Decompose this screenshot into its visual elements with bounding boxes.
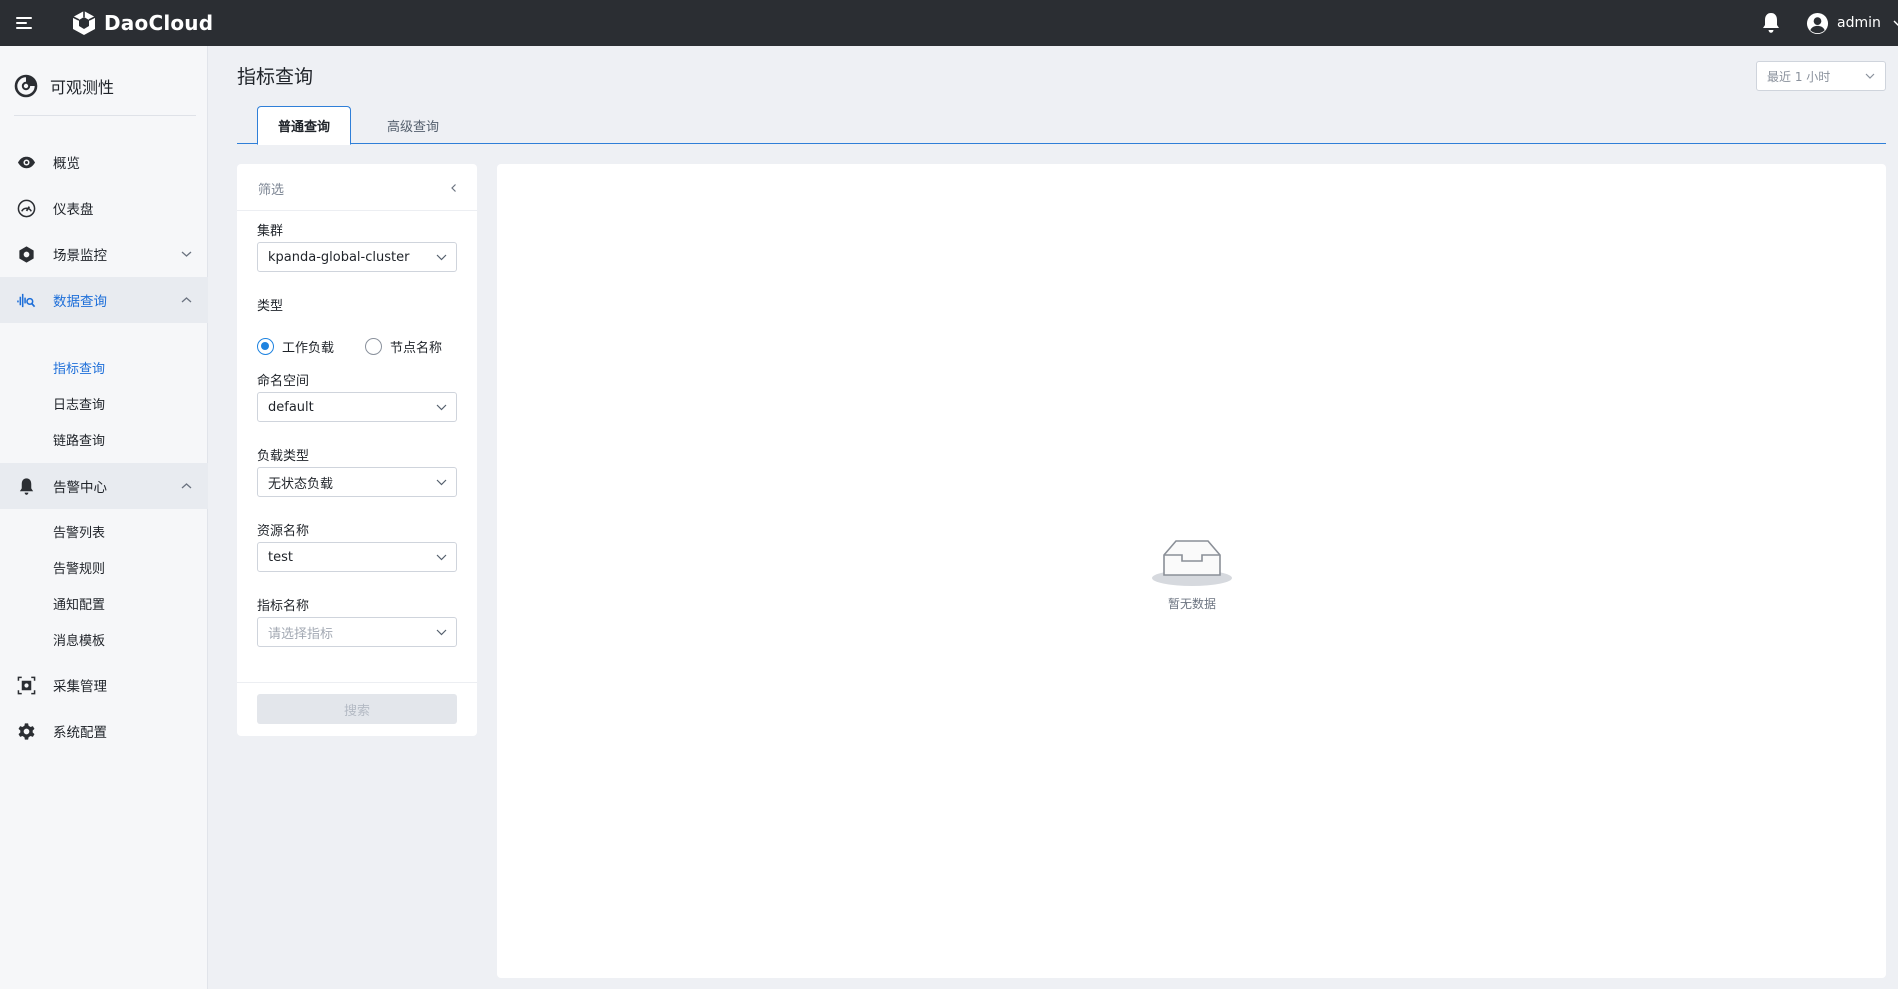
daocloud-logo[interactable]: DaoCloud: [70, 8, 213, 38]
observability-logo-icon: [14, 74, 38, 98]
sidebar-item-dashboard[interactable]: 仪表盘: [0, 185, 208, 231]
cluster-value: kpanda-global-cluster: [268, 249, 410, 265]
namespace-label: 命名空间: [257, 374, 310, 389]
sidebar-item-data-query[interactable]: 数据查询: [0, 277, 208, 323]
resource-name-value: test: [268, 549, 293, 565]
workload-type-value: 无状态负载: [268, 476, 334, 492]
username: admin: [1837, 15, 1881, 31]
namespace-value: default: [268, 399, 314, 415]
sidebar-subitem-label: 日志查询: [53, 397, 106, 413]
cluster-select[interactable]: kpanda-global-cluster: [257, 242, 457, 272]
sidebar-subitem-label: 告警规则: [53, 561, 106, 577]
filter-header: 筛选: [237, 164, 477, 211]
resource-name-select[interactable]: test: [257, 542, 457, 572]
chevron-down-icon: [1865, 73, 1875, 79]
sidebar-subitem-trace-query[interactable]: 链路查询: [0, 421, 208, 457]
sidebar-item-overview[interactable]: 概览: [0, 139, 208, 185]
chevron-down-icon: [181, 251, 192, 257]
metric-name-placeholder: 请选择指标: [268, 626, 334, 642]
chevron-down-icon: [1893, 20, 1898, 26]
divider: [14, 115, 196, 116]
cube-logo-icon: [72, 11, 96, 35]
sidebar: 可观测性 概览 仪表盘 场景监控 数据查询 指标查询 日志查询 链路查询 告警中…: [0, 46, 208, 989]
sidebar-subitem-alert-rules[interactable]: 告警规则: [0, 549, 208, 585]
filter-title: 筛选: [258, 183, 285, 198]
result-panel: 暂无数据: [497, 164, 1886, 978]
sidebar-item-label: 采集管理: [53, 679, 107, 695]
chevron-down-icon: [436, 254, 447, 261]
chevron-up-icon: [181, 483, 192, 489]
hex-gear-icon: [19, 246, 34, 263]
workload-type-select[interactable]: 无状态负载: [257, 467, 457, 497]
waveform-search-icon: [17, 293, 36, 308]
user-menu[interactable]: admin: [1806, 10, 1898, 36]
filter-panel: 筛选 集群 kpanda-global-cluster 类型 工作负载 节点名称…: [237, 164, 477, 736]
chevron-down-icon: [436, 479, 447, 486]
brand-name: DaoCloud: [104, 11, 214, 35]
tab-basic-query[interactable]: 普通查询: [257, 106, 351, 145]
metric-name-select[interactable]: 请选择指标: [257, 617, 457, 647]
sidebar-item-label: 告警中心: [53, 480, 107, 496]
sidebar-subitem-label: 通知配置: [53, 597, 106, 613]
sidebar-item-system-config[interactable]: 系统配置: [0, 708, 208, 754]
sidebar-subitem-label: 链路查询: [53, 433, 106, 449]
chevron-down-icon: [436, 404, 447, 411]
sidebar-item-collection[interactable]: 采集管理: [0, 662, 208, 708]
user-avatar-icon: [1806, 12, 1829, 34]
sidebar-item-alert-center[interactable]: 告警中心: [0, 463, 208, 509]
radio-dot: [365, 337, 382, 355]
resource-name-label: 资源名称: [257, 524, 310, 539]
top-bar: DaoCloud admin: [0, 0, 1898, 46]
workload-type-label: 负载类型: [257, 449, 310, 464]
sidebar-item-label: 仪表盘: [53, 202, 94, 218]
type-label: 类型: [257, 299, 284, 314]
divider: [237, 682, 477, 683]
namespace-select[interactable]: default: [257, 392, 457, 422]
notification-bell-icon[interactable]: [1760, 11, 1782, 35]
radio-workload[interactable]: 工作负载: [257, 337, 335, 356]
time-range-value: 最近 1 小时: [1767, 69, 1831, 84]
gear-icon: [18, 723, 35, 740]
tab-advanced-query[interactable]: 高级查询: [369, 106, 457, 144]
search-button[interactable]: 搜索: [257, 694, 457, 724]
chevron-down-icon: [436, 629, 447, 636]
chevron-down-icon: [436, 554, 447, 561]
sidebar-subitem-alert-list[interactable]: 告警列表: [0, 513, 208, 549]
empty-text: 暂无数据: [1167, 597, 1216, 611]
time-range-select[interactable]: 最近 1 小时: [1756, 61, 1886, 91]
sidebar-subitem-metric-query[interactable]: 指标查询: [0, 349, 208, 385]
empty-inbox-icon: [1152, 540, 1232, 586]
eye-icon: [17, 156, 36, 169]
sidebar-subitem-label: 告警列表: [53, 525, 106, 541]
collect-icon: [17, 676, 36, 695]
bell-icon: [19, 478, 34, 495]
collapse-chevron-left-icon[interactable]: [449, 183, 459, 193]
sidebar-subitem-label: 指标查询: [53, 361, 106, 377]
sidebar-item-label: 概览: [53, 156, 80, 172]
sidebar-item-scene-monitoring[interactable]: 场景监控: [0, 231, 208, 277]
sidebar-subitem-message-template[interactable]: 消息模板: [0, 621, 208, 657]
sidebar-item-label: 系统配置: [53, 725, 107, 741]
radio-label: 工作负载: [282, 340, 335, 356]
sidebar-subitem-label: 消息模板: [53, 633, 106, 649]
sidebar-subitem-log-query[interactable]: 日志查询: [0, 385, 208, 421]
chevron-up-icon: [181, 297, 192, 303]
empty-state: 暂无数据: [1152, 531, 1232, 612]
sidebar-item-label: 场景监控: [53, 248, 107, 264]
sidebar-item-label: 数据查询: [53, 294, 107, 310]
query-tabs: 普通查询 高级查询: [237, 106, 1886, 145]
radio-dot: [257, 337, 274, 355]
product-name: 可观测性: [50, 78, 115, 97]
hamburger-menu-icon[interactable]: [14, 12, 36, 34]
metric-name-label: 指标名称: [257, 599, 310, 614]
page-title: 指标查询: [237, 66, 314, 88]
gauge-icon: [17, 199, 36, 218]
cluster-label: 集群: [257, 224, 284, 239]
sidebar-subitem-notification-config[interactable]: 通知配置: [0, 585, 208, 621]
radio-node-name[interactable]: 节点名称: [365, 337, 443, 356]
radio-label: 节点名称: [390, 340, 443, 356]
product-header: 可观测性: [14, 68, 114, 104]
